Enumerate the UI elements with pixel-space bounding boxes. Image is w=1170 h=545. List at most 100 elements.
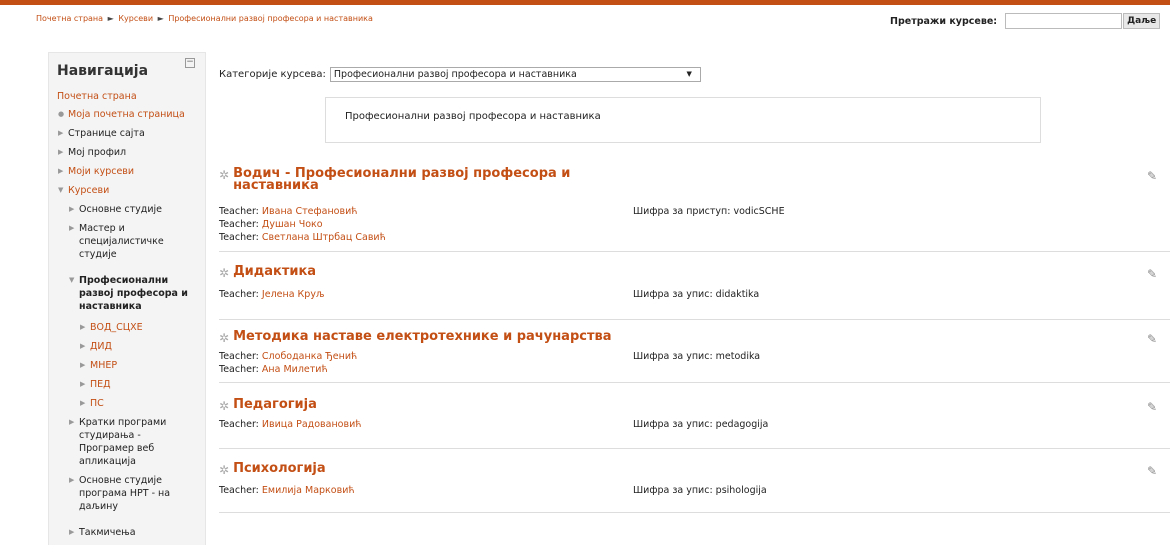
teacher-label: Teacher: xyxy=(219,419,259,430)
nav-site-pages[interactable]: ▶ Странице сајта xyxy=(58,127,145,140)
teacher-label: Teacher: xyxy=(219,206,259,217)
category-selector: Категорије курсева: Професионални развој… xyxy=(219,67,701,82)
nav-my-courses-label: Моји курсеви xyxy=(68,166,135,177)
expand-arrow-icon: ▶ xyxy=(80,342,86,350)
nav-title: Навигација xyxy=(57,63,149,79)
search-button[interactable]: Даље xyxy=(1123,13,1161,29)
nav-sub-ps[interactable]: ▶ ПС xyxy=(80,397,104,410)
nav-competitions[interactable]: ▶ Такмичења xyxy=(69,526,136,539)
teacher-line: Teacher: Ивана Стефановић xyxy=(219,206,357,218)
nav-site-pages-label: Странице сајта xyxy=(68,128,145,139)
nav-prof-line3: наставника xyxy=(79,301,142,312)
teacher-label: Teacher: xyxy=(219,351,259,362)
nav-sub-ped[interactable]: ▶ ПЕД xyxy=(80,378,111,391)
nav-hrt-line1: Основне студије xyxy=(79,475,163,486)
edit-icon[interactable]: ✎ xyxy=(1147,332,1157,346)
enrolment-key: Шифра за упис: pedagogija xyxy=(633,419,769,430)
search-label: Претражи курсеве: xyxy=(890,15,998,27)
course-name-link[interactable]: Дидактика xyxy=(233,265,316,278)
teacher-name[interactable]: Јелена Круљ xyxy=(262,289,325,300)
edit-icon[interactable]: ✎ xyxy=(1147,169,1157,183)
teacher-name[interactable]: Слободанка Ђенић xyxy=(262,351,357,362)
teacher-label: Teacher: xyxy=(219,485,259,496)
nav-basic-studies-label: Основне студије xyxy=(79,204,163,215)
breadcrumb: Почетна страна ► Курсеви ► Професионални… xyxy=(36,14,373,23)
nav-master-studies[interactable]: ▶ Мастер и специјалистичке студије xyxy=(69,222,164,261)
breadcrumb-current[interactable]: Професионални развој професора и наставн… xyxy=(168,14,373,23)
nav-master-line3: студије xyxy=(79,249,117,260)
nav-my-profile[interactable]: ▶ Мој профил xyxy=(58,146,127,159)
edit-icon[interactable]: ✎ xyxy=(1147,400,1157,414)
nav-my-home[interactable]: ● Моја почетна страница xyxy=(58,108,185,121)
teacher-line: Teacher: Ивица Радовановић xyxy=(219,419,361,431)
course-name-link[interactable]: Педагогија xyxy=(233,398,317,411)
teacher-line: Teacher: Светлана Штрбац Савић xyxy=(219,232,386,244)
category-select[interactable]: Професионални развој професора и наставн… xyxy=(329,67,701,82)
nav-my-courses[interactable]: ▶ Моји курсеви xyxy=(58,165,135,178)
expand-arrow-icon: ▶ xyxy=(80,361,86,369)
nav-prof-dev[interactable]: ▼ Професионални развој професора и наста… xyxy=(69,274,188,313)
edit-icon[interactable]: ✎ xyxy=(1147,464,1157,478)
expand-arrow-icon: ▶ xyxy=(80,380,86,388)
nav-hrt-line3: даљину xyxy=(79,501,118,512)
teacher-label: Teacher: xyxy=(219,364,259,375)
teacher-label: Teacher: xyxy=(219,289,259,300)
nav-my-home-label: Моја почетна страница xyxy=(68,109,185,120)
teacher-name[interactable]: Ивана Стефановић xyxy=(262,206,358,217)
nav-courses[interactable]: ▼ Курсеви xyxy=(58,184,109,197)
edit-icon[interactable]: ✎ xyxy=(1147,267,1157,281)
nav-my-profile-label: Мој профил xyxy=(68,147,127,158)
dropdown-arrow-icon: ▼ xyxy=(686,70,692,78)
breadcrumb-separator: ► xyxy=(107,14,114,23)
nav-sub-vod[interactable]: ▶ ВОД_СЦХЕ xyxy=(80,321,143,334)
category-label: Категорије курсева: xyxy=(219,69,326,80)
teacher-name[interactable]: Светлана Штрбац Савић xyxy=(262,232,386,243)
nav-sub-ped-label: ПЕД xyxy=(90,379,111,390)
category-description: Професионални развој професора и наставн… xyxy=(325,97,1041,143)
expand-arrow-icon: ▶ xyxy=(69,418,75,426)
search-input[interactable] xyxy=(1005,13,1123,29)
course-name-link[interactable]: Методика наставе електротехнике и рачуна… xyxy=(233,330,611,343)
nav-basic-studies[interactable]: ▶ Основне студије xyxy=(69,203,163,216)
course-name-link[interactable]: Водич - Професионални развој професора и… xyxy=(233,167,570,192)
breadcrumb-home[interactable]: Почетна страна xyxy=(36,14,103,23)
collapse-arrow-icon: ▼ xyxy=(58,186,64,194)
teacher-line: Teacher: Јелена Круљ xyxy=(219,289,325,301)
course-entry: ✲ Методика наставе електротехнике и рачу… xyxy=(219,330,1170,383)
nav-sub-mner[interactable]: ▶ МНЕР xyxy=(80,359,118,372)
expand-arrow-icon: ▶ xyxy=(69,205,75,213)
nav-sub-did[interactable]: ▶ ДИД xyxy=(80,340,112,353)
teacher-name[interactable]: Ана Милетић xyxy=(262,364,328,375)
enrolment-key: Шифра за упис: metodika xyxy=(633,351,761,362)
teacher-line: Teacher: Душан Чоко xyxy=(219,219,323,231)
nav-master-line1: Мастер и xyxy=(79,223,125,234)
nav-hrt-studies[interactable]: ▶ Основне студије програма НРТ - на даљи… xyxy=(69,474,170,513)
nav-prof-line1: Професионални xyxy=(79,275,169,286)
nav-short-line1: Кратки програми xyxy=(79,417,167,428)
navigation-block: Навигација − Почетна страна ● Моја почетн… xyxy=(48,52,206,545)
teacher-name[interactable]: Ивица Радовановић xyxy=(262,419,362,430)
enrolment-key: Шифра за приступ: vodicSCHE xyxy=(633,206,785,217)
expand-arrow-icon: ▶ xyxy=(80,323,86,331)
nav-short-programs[interactable]: ▶ Кратки програми студирања - Програмер … xyxy=(69,416,167,468)
course-icon: ✲ xyxy=(219,168,230,182)
course-name-link[interactable]: Психологија xyxy=(233,462,326,475)
nav-home[interactable]: Почетна страна xyxy=(57,90,137,103)
collapse-arrow-icon: ▼ xyxy=(69,276,75,284)
collapse-icon[interactable]: − xyxy=(185,58,195,68)
nav-short-line2: студирања - xyxy=(79,430,141,441)
course-icon: ✲ xyxy=(219,463,230,477)
course-search: Претражи курсеве: Даље xyxy=(890,13,1161,29)
teacher-label: Teacher: xyxy=(219,232,259,243)
nav-short-line3: Програмер веб xyxy=(79,443,155,454)
course-icon: ✲ xyxy=(219,331,230,345)
enrolment-key: Шифра за упис: psihologija xyxy=(633,485,767,496)
course-icon: ✲ xyxy=(219,266,230,280)
nav-sub-mner-label: МНЕР xyxy=(90,360,118,371)
teacher-name[interactable]: Душан Чоко xyxy=(262,219,323,230)
breadcrumb-courses[interactable]: Курсеви xyxy=(118,14,153,23)
course-title: ✲ Педагогија xyxy=(219,398,317,414)
teacher-line: Teacher: Слободанка Ђенић xyxy=(219,351,357,363)
course-title: ✲ Водич - Професионални развој професора… xyxy=(219,167,570,192)
teacher-name[interactable]: Емилија Марковић xyxy=(262,485,355,496)
